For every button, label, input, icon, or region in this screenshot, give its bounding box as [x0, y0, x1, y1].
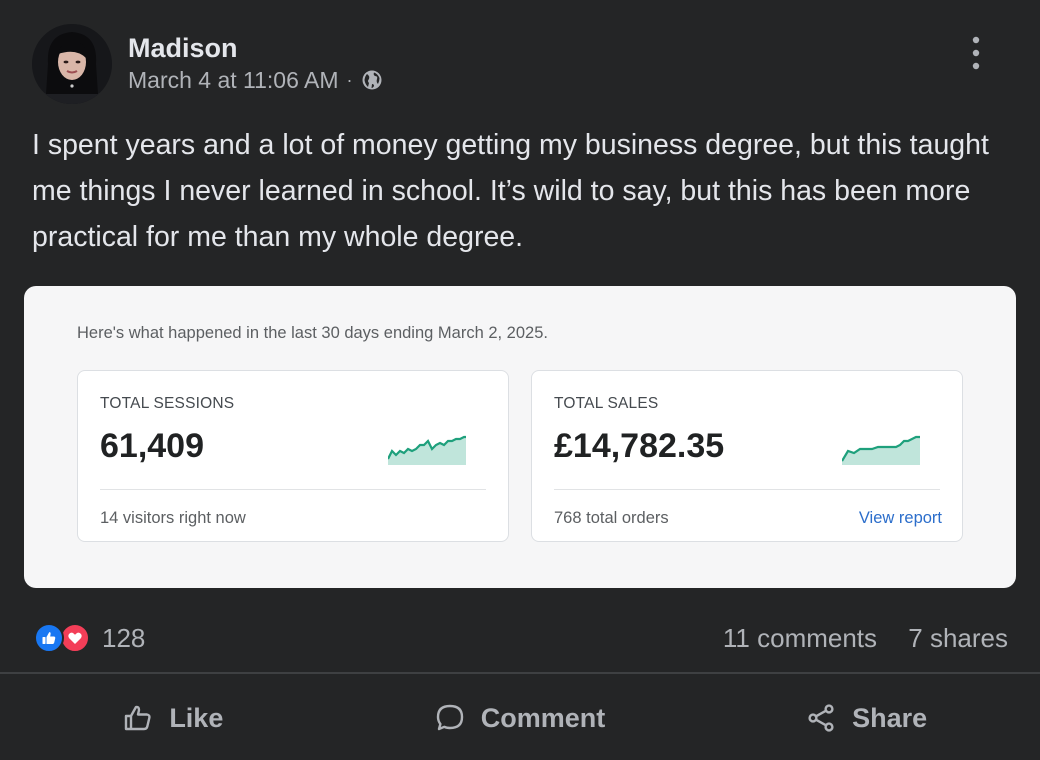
share-button[interactable]: Share [693, 676, 1040, 760]
more-options-icon[interactable] [970, 36, 982, 70]
metric-value: £14,782.35 [554, 427, 725, 465]
view-report-link[interactable]: View report [859, 509, 942, 528]
metric-divider [554, 489, 940, 490]
post-meta: Madison March 4 at 11:06 AM · [128, 31, 383, 94]
shares-count[interactable]: 7 shares [908, 623, 1008, 653]
metric-footer: 768 total orders [554, 509, 669, 527]
comment-bubble-icon [436, 704, 463, 731]
metric-footer: 14 visitors right now [100, 509, 246, 527]
post-stats: 128 11 comments 7 shares [34, 620, 1008, 656]
post-text: I spent years and a lot of money getting… [32, 129, 989, 253]
sessions-sparkline [388, 435, 466, 465]
like-button-label: Like [169, 702, 224, 733]
timestamp-separator: · [346, 69, 353, 90]
reaction-count: 128 [102, 622, 146, 653]
share-button-label: Share [852, 702, 928, 733]
comments-count[interactable]: 11 comments [723, 623, 877, 653]
thumbs-up-icon [125, 705, 151, 731]
sales-sparkline [842, 435, 920, 465]
author-name[interactable]: Madison [128, 31, 383, 65]
metric-label: TOTAL SALES [554, 395, 659, 412]
post-timestamp[interactable]: March 4 at 11:06 AM [128, 67, 339, 94]
share-icon [808, 704, 834, 732]
avatar[interactable] [32, 24, 112, 104]
analytics-screenshot-card[interactable]: Here's what happened in the last 30 days… [24, 286, 1016, 588]
engagement-counts: 11 comments 7 shares [723, 623, 1008, 654]
reactions-summary[interactable]: 128 [34, 623, 145, 654]
comment-button-label: Comment [480, 702, 606, 733]
like-button[interactable]: Like [0, 676, 347, 760]
post-timeline: March 4 at 11:06 AM · [128, 67, 383, 94]
metric-card-sales: TOTAL SALES £14,782.35 768 total orders … [531, 370, 963, 542]
like-icon [34, 623, 64, 653]
post-actions: Like Comment Share [0, 676, 1040, 760]
love-icon [60, 623, 90, 653]
card-intro-text: Here's what happened in the last 30 days… [77, 324, 548, 342]
post-header: Madison March 4 at 11:06 AM · [32, 24, 383, 104]
actions-divider [0, 672, 1040, 674]
metric-divider [100, 489, 486, 490]
metric-card-sessions: TOTAL SESSIONS 61,409 14 visitors right … [77, 370, 509, 542]
comment-button[interactable]: Comment [347, 676, 694, 760]
facebook-post: Madison March 4 at 11:06 AM · I spent ye… [0, 0, 1040, 760]
metric-value: 61,409 [100, 427, 204, 465]
globe-icon[interactable] [361, 69, 383, 91]
metric-label: TOTAL SESSIONS [100, 395, 235, 412]
